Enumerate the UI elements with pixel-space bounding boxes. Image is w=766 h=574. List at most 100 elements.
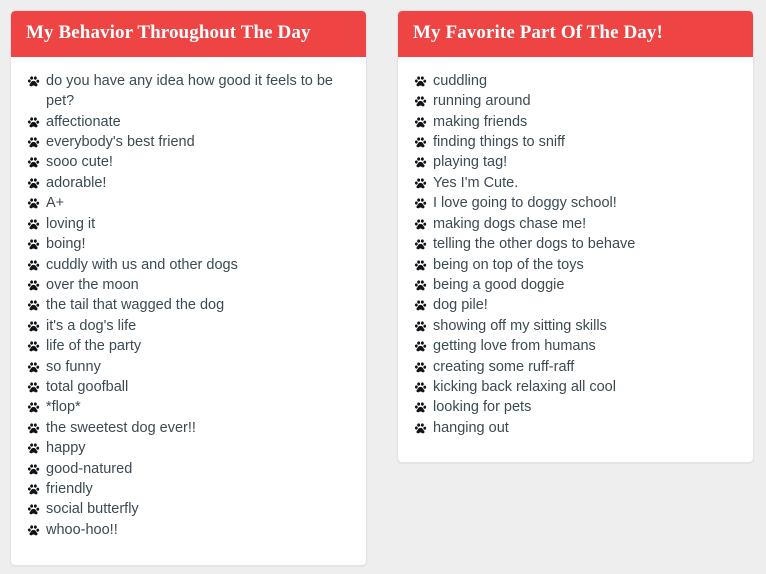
list-item: being on top of the toys xyxy=(413,255,738,275)
list-item: everybody's best friend xyxy=(26,132,351,152)
list-item-label: getting love from humans xyxy=(433,338,596,355)
paw-icon xyxy=(26,340,41,353)
list-item-label: whoo-hoo!! xyxy=(46,521,118,538)
paw-icon xyxy=(413,177,428,190)
list-item-label: everybody's best friend xyxy=(46,134,195,151)
panel-behavior: My Behavior Throughout The Day do you ha… xyxy=(10,10,367,566)
list-item: making dogs chase me! xyxy=(413,214,738,234)
list-item: adorable! xyxy=(26,173,351,193)
paw-icon xyxy=(26,401,41,414)
list-item-label: the sweetest dog ever!! xyxy=(46,419,196,436)
list-item-label: showing off my sitting skills xyxy=(433,317,607,334)
list-item-label: hanging out xyxy=(433,419,509,436)
list-item-label: kicking back relaxing all cool xyxy=(433,378,616,395)
list-item-label: sooo cute! xyxy=(46,154,113,171)
list-item: telling the other dogs to behave xyxy=(413,234,738,254)
list-item: cuddly with us and other dogs xyxy=(26,255,351,275)
list-item: playing tag! xyxy=(413,152,738,172)
list-item-label: boing! xyxy=(46,236,86,253)
list-item-label: it's a dog's life xyxy=(46,317,137,334)
list-item: whoo-hoo!! xyxy=(26,520,351,540)
paw-icon xyxy=(26,503,41,516)
paw-icon xyxy=(26,177,41,190)
list-item: finding things to sniff xyxy=(413,132,738,152)
list-item: being a good doggie xyxy=(413,275,738,295)
list-item: Yes I'm Cute. xyxy=(413,173,738,193)
behavior-list: do you have any idea how good it feels t… xyxy=(26,71,351,540)
paw-icon xyxy=(26,259,41,272)
list-item-label: telling the other dogs to behave xyxy=(433,236,636,253)
paw-icon xyxy=(413,197,428,210)
paw-icon xyxy=(413,75,428,88)
list-item-label: friendly xyxy=(46,480,93,497)
list-item-label: being on top of the toys xyxy=(433,256,584,273)
list-item: friendly xyxy=(26,479,351,499)
list-item: the tail that wagged the dog xyxy=(26,295,351,315)
favorite-list: cuddling running around making friends find… xyxy=(413,71,738,438)
list-item: do you have any idea how good it feels t… xyxy=(26,71,351,112)
panel-favorite: My Favorite Part Of The Day! cuddling run… xyxy=(397,10,754,463)
list-item-label: social butterfly xyxy=(46,501,139,518)
paw-icon xyxy=(26,442,41,455)
list-item: it's a dog's life xyxy=(26,316,351,336)
list-item: kicking back relaxing all cool xyxy=(413,377,738,397)
list-item-label: the tail that wagged the dog xyxy=(46,297,225,314)
paw-icon xyxy=(413,361,428,374)
list-item-label: I love going to doggy school! xyxy=(433,195,617,212)
paw-icon xyxy=(26,524,41,537)
list-item: hanging out xyxy=(413,418,738,438)
list-item: *flop* xyxy=(26,397,351,417)
list-item: life of the party xyxy=(26,336,351,356)
list-item: social butterfly xyxy=(26,499,351,519)
list-item-label: making friends xyxy=(433,113,528,130)
paw-icon xyxy=(26,381,41,394)
list-item-label: life of the party xyxy=(46,338,142,355)
list-item-label: being a good doggie xyxy=(433,276,565,293)
panel-favorite-body: cuddling running around making friends find… xyxy=(398,57,753,453)
panel-behavior-heading: My Behavior Throughout The Day xyxy=(11,11,366,57)
panel-favorite-title: My Favorite Part Of The Day! xyxy=(413,22,663,43)
list-item: total goofball xyxy=(26,377,351,397)
list-item-label: good-natured xyxy=(46,460,133,477)
list-item-label: running around xyxy=(433,93,531,110)
paw-icon xyxy=(413,95,428,108)
list-item-label: cuddling xyxy=(433,72,488,89)
list-item-label: making dogs chase me! xyxy=(433,215,587,232)
paw-icon xyxy=(26,279,41,292)
paw-icon xyxy=(413,279,428,292)
paw-icon xyxy=(26,218,41,231)
paw-icon xyxy=(413,422,428,435)
paw-icon xyxy=(26,361,41,374)
list-item: affectionate xyxy=(26,112,351,132)
list-item-label: total goofball xyxy=(46,378,129,395)
paw-icon xyxy=(26,116,41,129)
list-item: showing off my sitting skills xyxy=(413,316,738,336)
list-item-label: happy xyxy=(46,440,86,457)
paw-icon xyxy=(26,197,41,210)
list-item-label: do you have any idea how good it feels t… xyxy=(46,72,333,110)
paw-icon xyxy=(26,156,41,169)
list-item-label: dog pile! xyxy=(433,297,488,314)
paw-icon xyxy=(26,299,41,312)
paw-icon xyxy=(413,218,428,231)
list-item-label: creating some ruff-raff xyxy=(433,358,575,375)
list-item: cuddling xyxy=(413,71,738,91)
list-item: loving it xyxy=(26,214,351,234)
panel-behavior-title: My Behavior Throughout The Day xyxy=(26,22,311,43)
paw-icon xyxy=(26,320,41,333)
list-item-label: affectionate xyxy=(46,113,121,130)
list-item: making friends xyxy=(413,112,738,132)
paw-icon xyxy=(413,136,428,149)
list-item-label: adorable! xyxy=(46,174,107,191)
report-card-board: My Behavior Throughout The Day do you ha… xyxy=(0,0,766,574)
paw-icon xyxy=(26,238,41,251)
list-item: happy xyxy=(26,438,351,458)
list-item-label: finding things to sniff xyxy=(433,134,565,151)
list-item-label: so funny xyxy=(46,358,101,375)
list-item: I love going to doggy school! xyxy=(413,193,738,213)
paw-icon xyxy=(26,136,41,149)
list-item: over the moon xyxy=(26,275,351,295)
paw-icon xyxy=(413,259,428,272)
paw-icon xyxy=(413,238,428,251)
list-item: good-natured xyxy=(26,459,351,479)
